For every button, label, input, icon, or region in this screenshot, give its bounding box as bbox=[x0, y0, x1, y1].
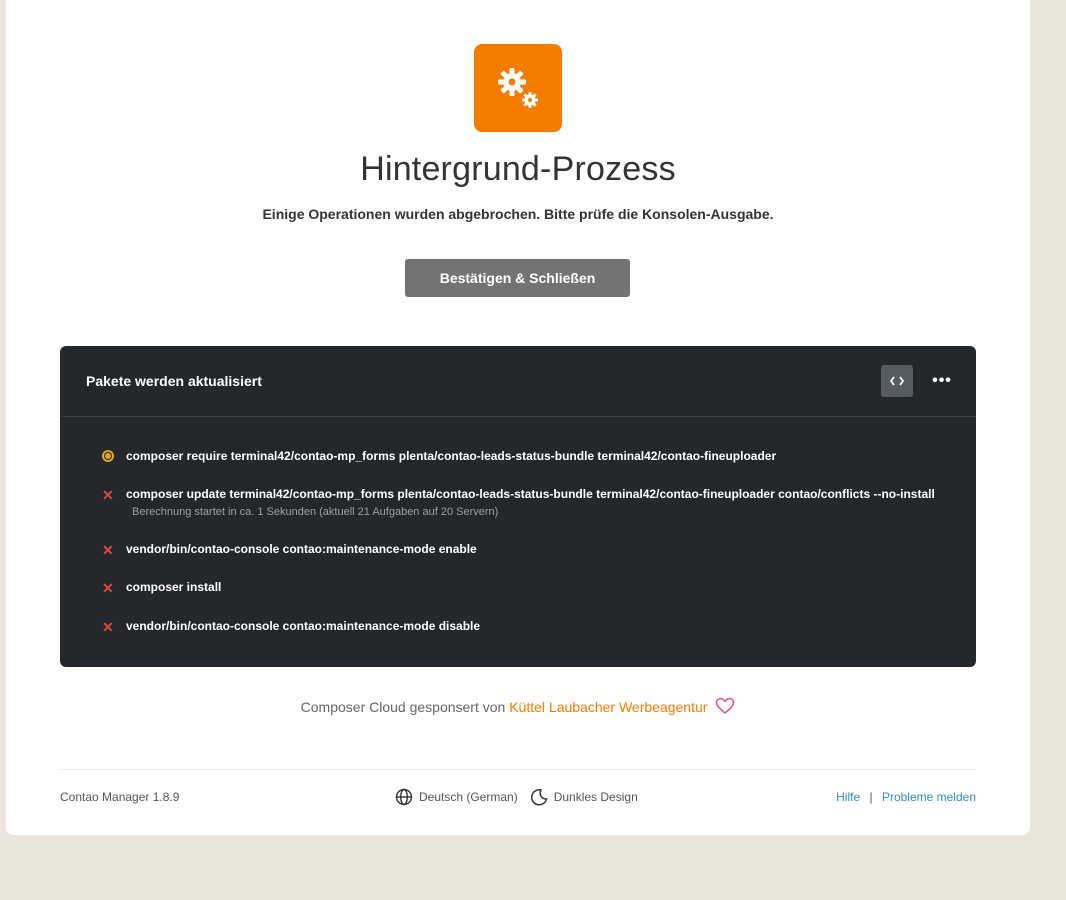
operation-row: composer require terminal42/contao-mp_fo… bbox=[102, 448, 942, 465]
heart-icon bbox=[716, 697, 735, 715]
error-icon: ✕ bbox=[102, 619, 114, 635]
error-icon: ✕ bbox=[102, 542, 114, 558]
console-header: Pakete werden aktualisiert ••• bbox=[60, 346, 976, 417]
error-icon: ✕ bbox=[102, 580, 114, 596]
globe-icon bbox=[395, 788, 413, 806]
operation-row: ✕ vendor/bin/contao-console contao:maint… bbox=[102, 618, 942, 635]
console-title: Pakete werden aktualisiert bbox=[86, 373, 262, 389]
footer-links: Hilfe | Probleme melden bbox=[836, 790, 976, 804]
gears-icon bbox=[474, 44, 562, 132]
operation-command: composer install bbox=[126, 580, 222, 594]
operation-command: composer update terminal42/contao-mp_for… bbox=[126, 487, 935, 501]
footer-settings: Deutsch (German) Dunkles Design bbox=[395, 788, 638, 806]
help-link[interactable]: Hilfe bbox=[836, 790, 860, 804]
moon-icon bbox=[530, 789, 548, 806]
code-toggle-button[interactable] bbox=[881, 365, 913, 397]
operation-row: ✕ composer install bbox=[102, 579, 942, 596]
code-icon bbox=[890, 376, 904, 386]
language-selector[interactable]: Deutsch (German) bbox=[419, 790, 518, 804]
main-card: Hintergrund-Prozess Einige Operationen w… bbox=[6, 0, 1030, 835]
sponsor-line: Composer Cloud gesponsert von Küttel Lau… bbox=[6, 697, 1030, 715]
running-icon bbox=[102, 450, 114, 462]
operation-row: ✕ composer update terminal42/contao-mp_f… bbox=[102, 486, 942, 521]
footer-divider bbox=[60, 769, 976, 770]
app-version: Contao Manager 1.8.9 bbox=[60, 790, 180, 804]
operation-row: ✕ vendor/bin/contao-console contao:maint… bbox=[102, 541, 942, 558]
error-icon: ✕ bbox=[102, 487, 114, 503]
sponsor-link[interactable]: Küttel Laubacher Werbeagentur bbox=[509, 699, 707, 715]
more-options-button[interactable]: ••• bbox=[926, 365, 958, 397]
link-separator: | bbox=[869, 790, 873, 804]
operation-summary: Berechnung startet in ca. 1 Sekunden (ak… bbox=[132, 506, 499, 518]
theme-toggle[interactable]: Dunkles Design bbox=[554, 790, 638, 804]
operation-command: composer require terminal42/contao-mp_fo… bbox=[126, 449, 777, 463]
report-problem-link[interactable]: Probleme melden bbox=[882, 790, 976, 804]
confirm-close-button[interactable]: Bestätigen & Schließen bbox=[405, 259, 630, 297]
operation-command: vendor/bin/contao-console contao:mainten… bbox=[126, 619, 481, 633]
page-subtitle: Einige Operationen wurden abgebrochen. B… bbox=[262, 206, 774, 222]
operation-command: vendor/bin/contao-console contao:mainten… bbox=[126, 542, 477, 556]
sponsor-text: Composer Cloud gesponsert von bbox=[300, 699, 506, 715]
console-panel: Pakete werden aktualisiert ••• composer … bbox=[60, 346, 976, 667]
page-title: Hintergrund-Prozess bbox=[360, 150, 676, 188]
